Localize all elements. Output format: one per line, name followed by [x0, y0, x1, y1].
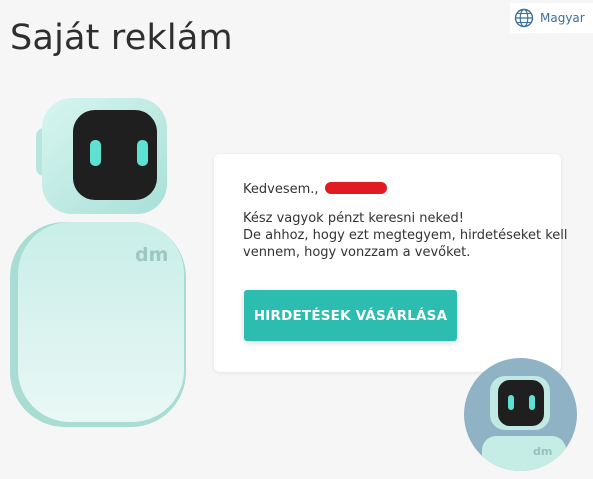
greeting: Kedvesem., — [243, 182, 387, 197]
message-line: Kész vagyok pénzt keresni neked! — [243, 211, 465, 226]
greeting-text: Kedvesem., — [243, 182, 319, 197]
redacted-name — [324, 182, 387, 194]
language-selector[interactable]: Magyar — [510, 3, 593, 33]
message-card: Kedvesem., Kész vagyok pénzt keresni nek… — [214, 154, 568, 372]
robot-mascot: dm — [10, 98, 186, 427]
robot-avatar[interactable]: dm — [464, 358, 577, 471]
robot-logo: dm — [135, 244, 168, 266]
message-line: vennem, hogy vonzzam a vevőket. — [243, 245, 471, 260]
message-line: De ahhoz, hogy ezt megtegyem, hirdetések… — [243, 228, 568, 243]
language-label: Magyar — [540, 11, 585, 25]
globe-icon — [514, 8, 534, 28]
buy-ads-button[interactable]: HIRDETÉSEK VÁSÁRLÁSA — [244, 290, 457, 341]
avatar-logo: dm — [533, 445, 552, 458]
robot-avatar-image: dm — [482, 376, 566, 471]
message-text: Kész vagyok pénzt keresni neked! De ahho… — [243, 210, 568, 261]
page-title: Saját reklám — [10, 18, 233, 58]
